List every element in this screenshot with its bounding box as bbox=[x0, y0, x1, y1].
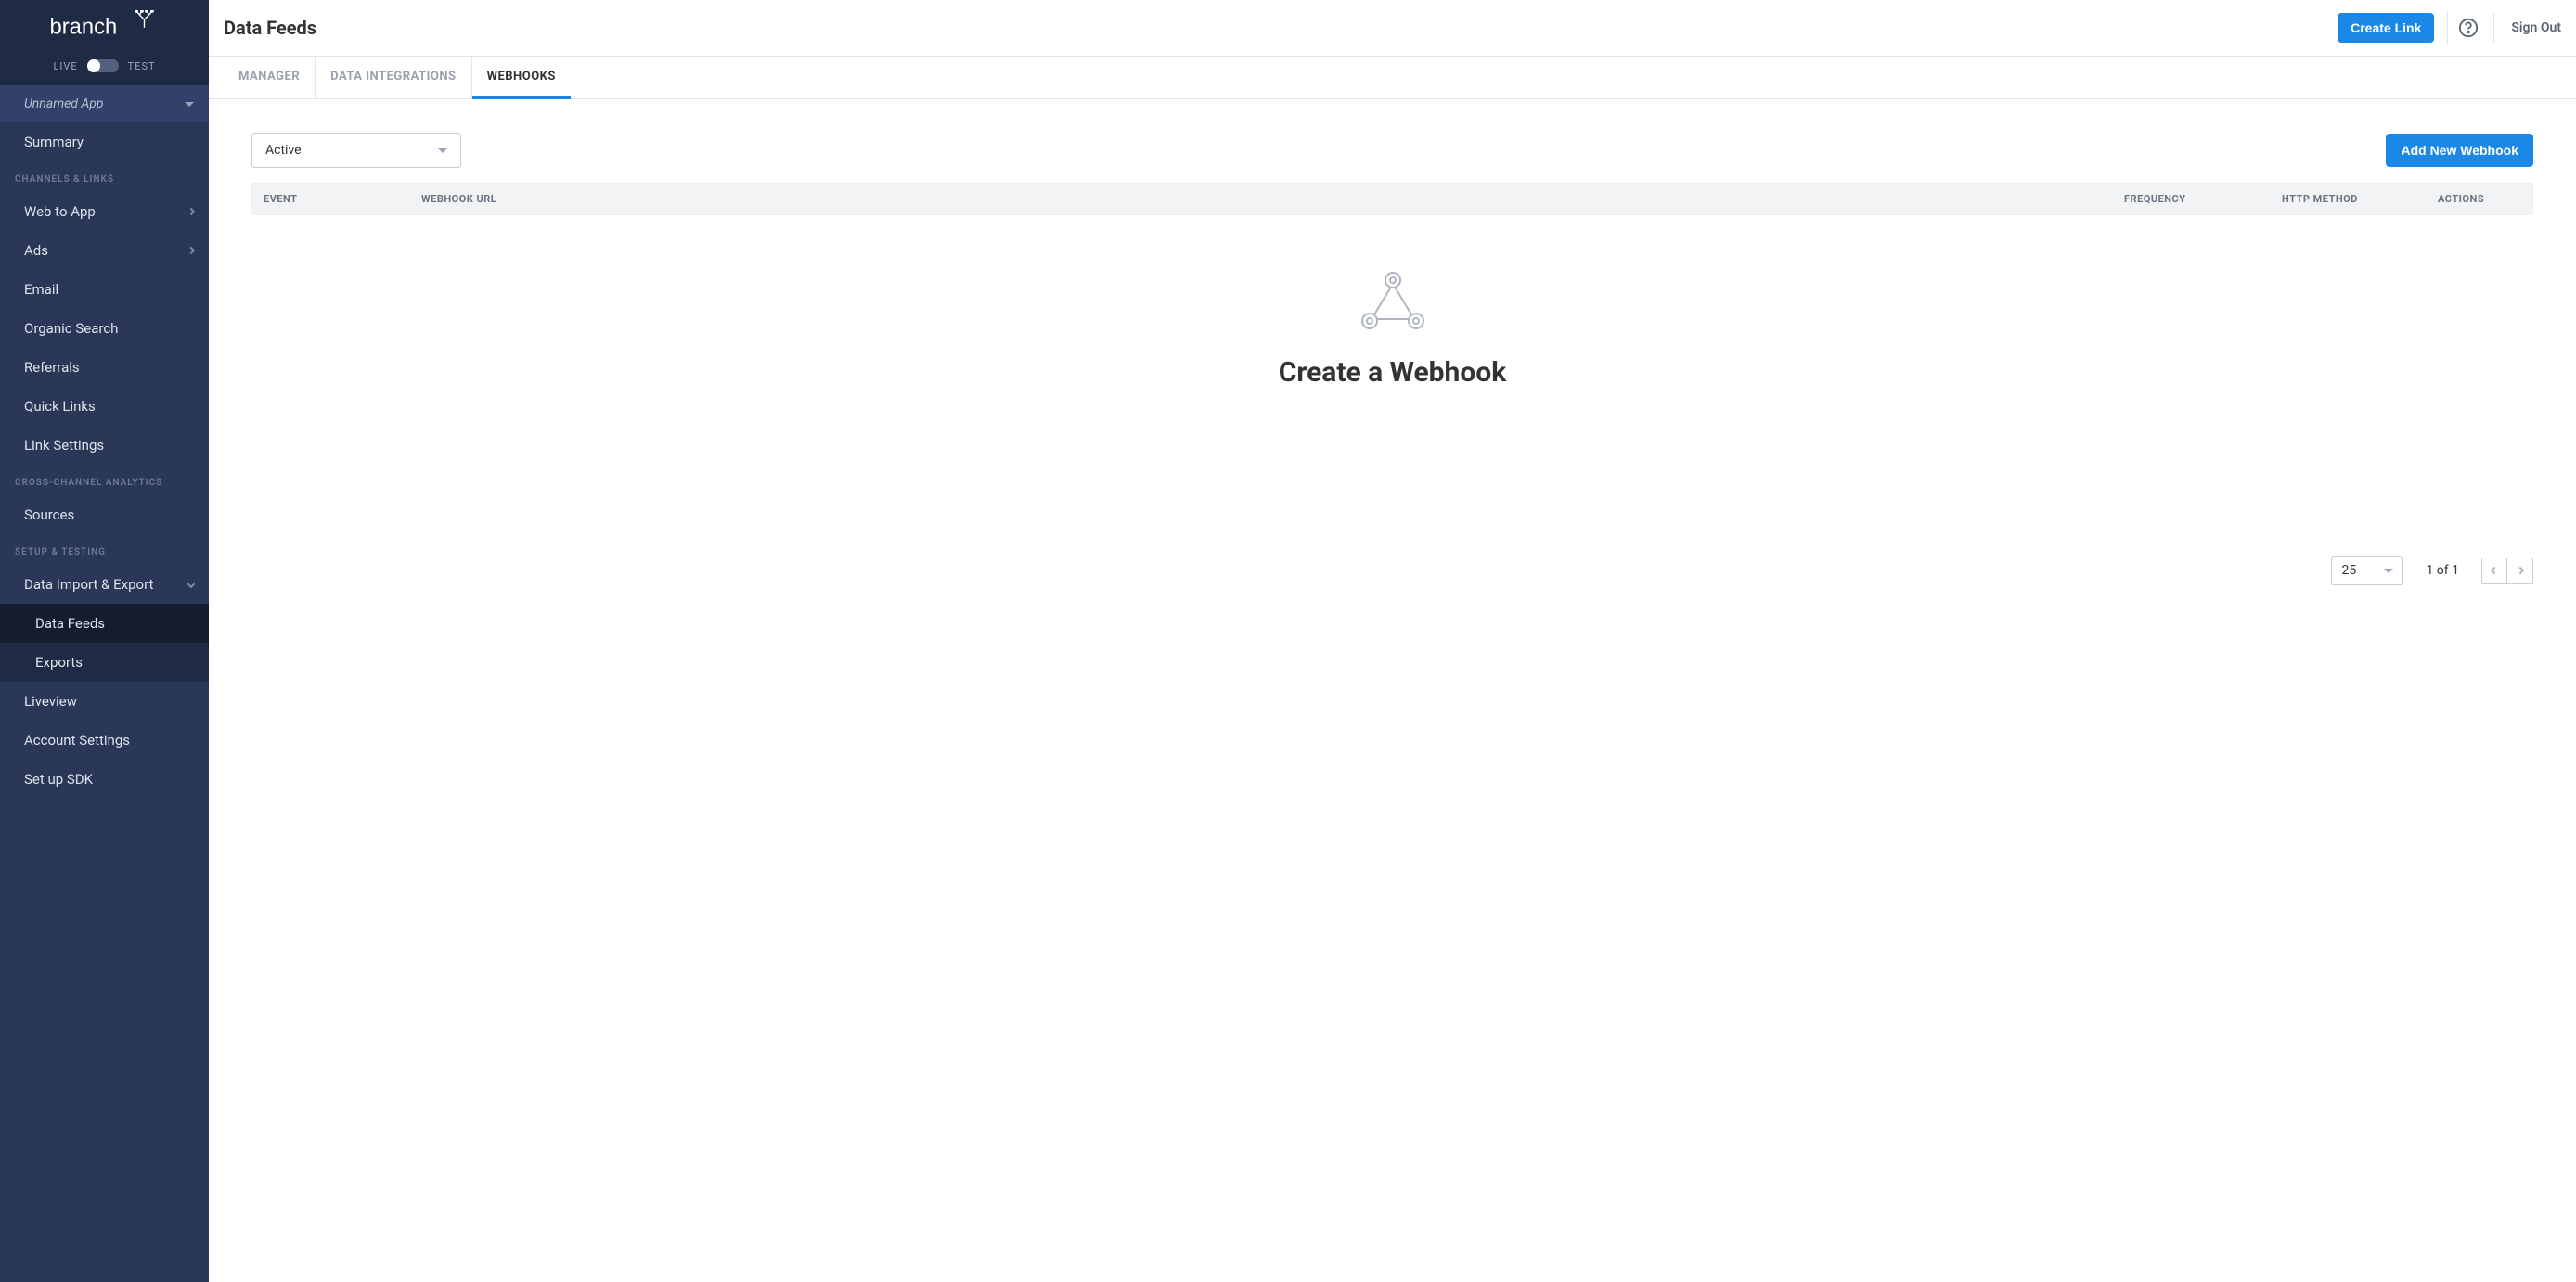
page-size-select[interactable]: 25 bbox=[2331, 556, 2403, 585]
th-method: HTTP METHOD bbox=[2271, 184, 2427, 214]
sidebar-item-label: Set up SDK bbox=[24, 771, 93, 788]
toolbar: Active Add New Webhook bbox=[251, 133, 2533, 168]
chevron-down-icon bbox=[187, 581, 195, 588]
sidebar: branch LIVE TEST Unnamed App Summary CHA… bbox=[0, 0, 209, 1282]
chevron-right-icon bbox=[2516, 567, 2523, 574]
sidebar-item-quick-links[interactable]: Quick Links bbox=[0, 387, 209, 426]
main: Data Feeds Create Link Sign Out MANAGER … bbox=[209, 0, 2576, 1282]
th-url: WEBHOOK URL bbox=[410, 184, 2113, 214]
filter-select[interactable]: Active bbox=[251, 133, 461, 168]
sidebar-item-label: Account Settings bbox=[24, 732, 130, 749]
sidebar-item-label: Web to App bbox=[24, 203, 96, 220]
create-link-button[interactable]: Create Link bbox=[2338, 13, 2434, 43]
sidebar-item-data-feeds[interactable]: Data Feeds bbox=[0, 604, 209, 643]
sidebar-item-ads[interactable]: Ads bbox=[0, 231, 209, 270]
tab-manager[interactable]: MANAGER bbox=[224, 57, 316, 98]
sidebar-item-referrals[interactable]: Referrals bbox=[0, 348, 209, 387]
sidebar-item-organic-search[interactable]: Organic Search bbox=[0, 309, 209, 348]
sidebar-item-summary[interactable]: Summary bbox=[0, 122, 209, 161]
page-info: 1 of 1 bbox=[2426, 563, 2459, 578]
sidebar-item-account-settings[interactable]: Account Settings bbox=[0, 721, 209, 760]
tabs: MANAGER DATA INTEGRATIONS WEBHOOKS bbox=[209, 57, 2576, 99]
caret-down-icon bbox=[2384, 569, 2393, 573]
th-actions: ACTIONS bbox=[2427, 184, 2532, 214]
sidebar-item-label: Sources bbox=[24, 506, 74, 523]
caret-down-icon bbox=[185, 102, 194, 107]
table-header: EVENT WEBHOOK URL FREQUENCY HTTP METHOD … bbox=[251, 183, 2533, 215]
sidebar-item-sources[interactable]: Sources bbox=[0, 495, 209, 534]
empty-title: Create a Webhook bbox=[251, 356, 2533, 389]
sidebar-item-label: Liveview bbox=[24, 693, 77, 710]
webhook-icon bbox=[1359, 271, 1427, 332]
app-selector[interactable]: Unnamed App bbox=[0, 85, 209, 122]
sidebar-item-label: Referrals bbox=[24, 359, 80, 376]
sidebar-item-label: Ads bbox=[24, 242, 48, 259]
sidebar-item-label: Quick Links bbox=[24, 398, 96, 415]
tab-webhooks[interactable]: WEBHOOKS bbox=[472, 57, 571, 99]
tab-data-integrations[interactable]: DATA INTEGRATIONS bbox=[316, 57, 471, 98]
sidebar-item-label: Exports bbox=[35, 654, 83, 671]
toggle-switch[interactable] bbox=[87, 59, 119, 72]
th-event: EVENT bbox=[252, 184, 410, 214]
topbar-actions: Create Link Sign Out bbox=[2338, 11, 2561, 45]
caret-down-icon bbox=[438, 148, 447, 153]
add-webhook-button[interactable]: Add New Webhook bbox=[2386, 134, 2533, 167]
topbar: Data Feeds Create Link Sign Out bbox=[209, 0, 2576, 57]
env-toggle[interactable]: LIVE TEST bbox=[0, 52, 209, 85]
sidebar-section-setup: SETUP & TESTING bbox=[0, 534, 209, 565]
brand-logo[interactable]: branch bbox=[0, 0, 209, 52]
page-title: Data Feeds bbox=[224, 17, 316, 39]
page-size-value: 25 bbox=[2341, 563, 2356, 578]
th-frequency: FREQUENCY bbox=[2113, 184, 2271, 214]
sidebar-item-data-import-export[interactable]: Data Import & Export bbox=[0, 565, 209, 604]
empty-state: Create a Webhook bbox=[251, 215, 2533, 417]
help-button[interactable] bbox=[2447, 11, 2488, 45]
chevron-left-icon bbox=[2491, 567, 2498, 574]
sidebar-section-analytics: CROSS-CHANNEL ANALYTICS bbox=[0, 465, 209, 495]
sidebar-item-liveview[interactable]: Liveview bbox=[0, 682, 209, 721]
sidebar-item-exports[interactable]: Exports bbox=[0, 643, 209, 682]
content: Active Add New Webhook EVENT WEBHOOK URL… bbox=[209, 99, 2576, 619]
page-buttons bbox=[2481, 558, 2533, 584]
sidebar-item-label: Organic Search bbox=[24, 320, 118, 337]
chevron-right-icon bbox=[187, 208, 195, 215]
filter-value: Active bbox=[265, 143, 302, 158]
pager: 25 1 of 1 bbox=[251, 556, 2533, 585]
env-live-label: LIVE bbox=[53, 60, 77, 72]
sidebar-item-label: Data Import & Export bbox=[24, 576, 153, 593]
sign-out-link[interactable]: Sign Out bbox=[2493, 13, 2561, 43]
sidebar-item-link-settings[interactable]: Link Settings bbox=[0, 426, 209, 465]
page-next-button[interactable] bbox=[2507, 558, 2532, 583]
sidebar-item-label: Summary bbox=[24, 134, 84, 150]
sidebar-item-email[interactable]: Email bbox=[0, 270, 209, 309]
chevron-right-icon bbox=[187, 247, 195, 254]
sidebar-item-label: Link Settings bbox=[24, 437, 104, 454]
sidebar-section-channels: CHANNELS & LINKS bbox=[0, 161, 209, 192]
sidebar-item-setup-sdk[interactable]: Set up SDK bbox=[0, 760, 209, 799]
svg-text:branch: branch bbox=[49, 15, 117, 40]
help-icon bbox=[2458, 18, 2479, 38]
sidebar-item-web-to-app[interactable]: Web to App bbox=[0, 192, 209, 231]
app-name: Unnamed App bbox=[24, 96, 104, 111]
sidebar-item-label: Email bbox=[24, 281, 58, 298]
sidebar-item-label: Data Feeds bbox=[35, 615, 105, 632]
page-prev-button[interactable] bbox=[2482, 558, 2507, 583]
env-test-label: TEST bbox=[128, 60, 156, 72]
